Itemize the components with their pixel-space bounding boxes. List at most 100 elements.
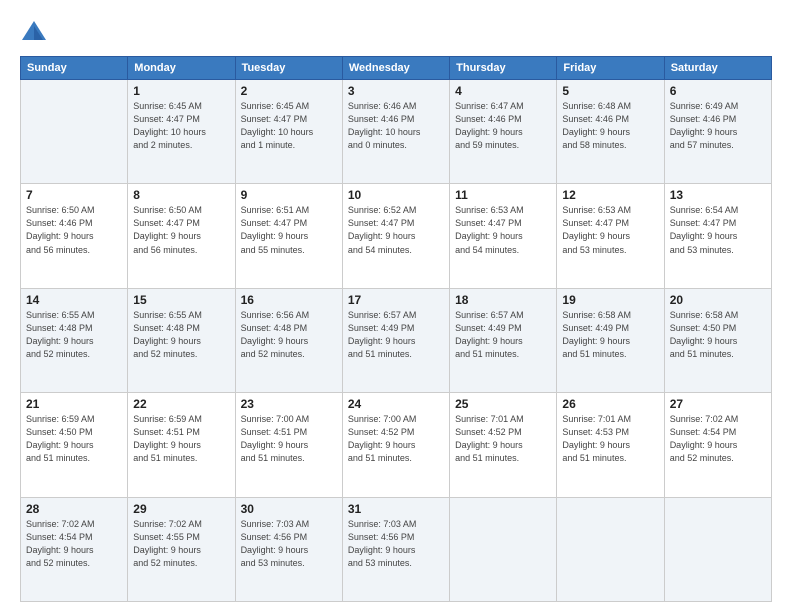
day-info: Sunrise: 7:02 AM Sunset: 4:55 PM Dayligh… bbox=[133, 518, 229, 570]
calendar-cell: 30Sunrise: 7:03 AM Sunset: 4:56 PM Dayli… bbox=[235, 497, 342, 601]
day-number: 10 bbox=[348, 188, 444, 202]
day-info: Sunrise: 6:58 AM Sunset: 4:50 PM Dayligh… bbox=[670, 309, 766, 361]
calendar-cell: 29 Sunrise: 7:02 AM Sunset: 4:55 PM Dayli… bbox=[128, 497, 235, 601]
day-info: Sunrise: 6:56 AM Sunset: 4:48 PM Dayligh… bbox=[241, 309, 337, 361]
day-info: Sunrise: 6:45 AM Sunset: 4:47 PM Dayligh… bbox=[241, 100, 337, 152]
day-number: 28 bbox=[26, 502, 122, 516]
page: SundayMondayTuesdayWednesdayThursdayFrid… bbox=[0, 0, 792, 612]
day-number: 5 bbox=[562, 84, 658, 98]
day-info: Sunrise: 7:03 AM Sunset: 4:56 PM Dayligh… bbox=[348, 518, 444, 570]
day-info: Sunrise: 6:59 AM Sunset: 4:51 PM Dayligh… bbox=[133, 413, 229, 465]
day-info: Sunrise: 6:46 AM Sunset: 4:46 PM Dayligh… bbox=[348, 100, 444, 152]
day-number: 25 bbox=[455, 397, 551, 411]
day-info: Sunrise: 6:53 AM Sunset: 4:47 PM Dayligh… bbox=[562, 204, 658, 256]
day-info: Sunrise: 7:02 AM Sunset: 4:54 PM Dayligh… bbox=[670, 413, 766, 465]
day-info: Sunrise: 6:50 AM Sunset: 4:47 PM Dayligh… bbox=[133, 204, 229, 256]
calendar-cell bbox=[450, 497, 557, 601]
calendar-cell: 26 Sunrise: 7:01 AM Sunset: 4:53 PM Dayli… bbox=[557, 393, 664, 497]
calendar-cell: 17 Sunrise: 6:57 AM Sunset: 4:49 PM Dayli… bbox=[342, 288, 449, 392]
day-number: 8 bbox=[133, 188, 229, 202]
day-info: Sunrise: 6:51 AM Sunset: 4:47 PM Dayligh… bbox=[241, 204, 337, 256]
calendar-cell: 27 Sunrise: 7:02 AM Sunset: 4:54 PM Dayli… bbox=[664, 393, 771, 497]
calendar-week-row: 14 Sunrise: 6:55 AM Sunset: 4:48 PM Dayli… bbox=[21, 288, 772, 392]
weekday-header-row: SundayMondayTuesdayWednesdayThursdayFrid… bbox=[21, 57, 772, 80]
calendar-cell: 13 Sunrise: 6:54 AM Sunset: 4:47 PM Dayli… bbox=[664, 184, 771, 288]
day-number: 24 bbox=[348, 397, 444, 411]
calendar-cell: 19Sunrise: 6:58 AM Sunset: 4:49 PM Dayli… bbox=[557, 288, 664, 392]
calendar-week-row: 28Sunrise: 7:02 AM Sunset: 4:54 PM Dayli… bbox=[21, 497, 772, 601]
day-number: 4 bbox=[455, 84, 551, 98]
day-number: 30 bbox=[241, 502, 337, 516]
calendar-cell: 21Sunrise: 6:59 AM Sunset: 4:50 PM Dayli… bbox=[21, 393, 128, 497]
day-number: 15 bbox=[133, 293, 229, 307]
calendar-cell: 14 Sunrise: 6:55 AM Sunset: 4:48 PM Dayli… bbox=[21, 288, 128, 392]
weekday-header: Saturday bbox=[664, 57, 771, 80]
calendar-cell: 22 Sunrise: 6:59 AM Sunset: 4:51 PM Dayli… bbox=[128, 393, 235, 497]
day-info: Sunrise: 6:55 AM Sunset: 4:48 PM Dayligh… bbox=[26, 309, 122, 361]
weekday-header: Tuesday bbox=[235, 57, 342, 80]
day-number: 12 bbox=[562, 188, 658, 202]
day-number: 9 bbox=[241, 188, 337, 202]
day-number: 11 bbox=[455, 188, 551, 202]
day-info: Sunrise: 6:53 AM Sunset: 4:47 PM Dayligh… bbox=[455, 204, 551, 256]
calendar-cell: 20 Sunrise: 6:58 AM Sunset: 4:50 PM Dayli… bbox=[664, 288, 771, 392]
day-number: 18 bbox=[455, 293, 551, 307]
day-info: Sunrise: 6:59 AM Sunset: 4:50 PM Dayligh… bbox=[26, 413, 122, 465]
calendar-cell: 5 Sunrise: 6:48 AM Sunset: 4:46 PM Daylig… bbox=[557, 80, 664, 184]
day-number: 29 bbox=[133, 502, 229, 516]
day-number: 14 bbox=[26, 293, 122, 307]
calendar-cell: 31 Sunrise: 7:03 AM Sunset: 4:56 PM Dayli… bbox=[342, 497, 449, 601]
day-number: 23 bbox=[241, 397, 337, 411]
calendar-cell: 3Sunrise: 6:46 AM Sunset: 4:46 PM Daylig… bbox=[342, 80, 449, 184]
calendar-cell: 28Sunrise: 7:02 AM Sunset: 4:54 PM Dayli… bbox=[21, 497, 128, 601]
calendar-cell: 15 Sunrise: 6:55 AM Sunset: 4:48 PM Dayli… bbox=[128, 288, 235, 392]
day-info: Sunrise: 6:50 AM Sunset: 4:46 PM Dayligh… bbox=[26, 204, 122, 256]
day-info: Sunrise: 6:54 AM Sunset: 4:47 PM Dayligh… bbox=[670, 204, 766, 256]
calendar-cell bbox=[21, 80, 128, 184]
day-number: 31 bbox=[348, 502, 444, 516]
weekday-header: Sunday bbox=[21, 57, 128, 80]
day-info: Sunrise: 6:57 AM Sunset: 4:49 PM Dayligh… bbox=[348, 309, 444, 361]
calendar-cell: 23 Sunrise: 7:00 AM Sunset: 4:51 PM Dayli… bbox=[235, 393, 342, 497]
weekday-header: Wednesday bbox=[342, 57, 449, 80]
calendar-cell: 25 Sunrise: 7:01 AM Sunset: 4:52 PM Dayli… bbox=[450, 393, 557, 497]
day-info: Sunrise: 6:57 AM Sunset: 4:49 PM Dayligh… bbox=[455, 309, 551, 361]
day-number: 6 bbox=[670, 84, 766, 98]
weekday-header: Monday bbox=[128, 57, 235, 80]
day-number: 22 bbox=[133, 397, 229, 411]
day-number: 17 bbox=[348, 293, 444, 307]
logo-icon bbox=[20, 18, 48, 46]
calendar-cell bbox=[664, 497, 771, 601]
day-info: Sunrise: 6:47 AM Sunset: 4:46 PM Dayligh… bbox=[455, 100, 551, 152]
calendar-cell bbox=[557, 497, 664, 601]
day-number: 26 bbox=[562, 397, 658, 411]
calendar-cell: 1Sunrise: 6:45 AM Sunset: 4:47 PM Daylig… bbox=[128, 80, 235, 184]
calendar-cell: 2 Sunrise: 6:45 AM Sunset: 4:47 PM Daylig… bbox=[235, 80, 342, 184]
day-number: 16 bbox=[241, 293, 337, 307]
day-number: 27 bbox=[670, 397, 766, 411]
day-number: 13 bbox=[670, 188, 766, 202]
day-info: Sunrise: 6:48 AM Sunset: 4:46 PM Dayligh… bbox=[562, 100, 658, 152]
day-info: Sunrise: 6:52 AM Sunset: 4:47 PM Dayligh… bbox=[348, 204, 444, 256]
calendar-cell: 6 Sunrise: 6:49 AM Sunset: 4:46 PM Daylig… bbox=[664, 80, 771, 184]
day-info: Sunrise: 7:00 AM Sunset: 4:51 PM Dayligh… bbox=[241, 413, 337, 465]
calendar-cell: 11 Sunrise: 6:53 AM Sunset: 4:47 PM Dayli… bbox=[450, 184, 557, 288]
calendar-cell: 4 Sunrise: 6:47 AM Sunset: 4:46 PM Daylig… bbox=[450, 80, 557, 184]
day-number: 2 bbox=[241, 84, 337, 98]
calendar-cell: 12 Sunrise: 6:53 AM Sunset: 4:47 PM Dayli… bbox=[557, 184, 664, 288]
calendar-week-row: 7Sunrise: 6:50 AM Sunset: 4:46 PM Daylig… bbox=[21, 184, 772, 288]
calendar-cell: 18 Sunrise: 6:57 AM Sunset: 4:49 PM Dayli… bbox=[450, 288, 557, 392]
calendar-cell: 24 Sunrise: 7:00 AM Sunset: 4:52 PM Dayli… bbox=[342, 393, 449, 497]
calendar-cell: 7Sunrise: 6:50 AM Sunset: 4:46 PM Daylig… bbox=[21, 184, 128, 288]
day-info: Sunrise: 7:01 AM Sunset: 4:52 PM Dayligh… bbox=[455, 413, 551, 465]
day-number: 20 bbox=[670, 293, 766, 307]
day-info: Sunrise: 7:01 AM Sunset: 4:53 PM Dayligh… bbox=[562, 413, 658, 465]
day-info: Sunrise: 6:49 AM Sunset: 4:46 PM Dayligh… bbox=[670, 100, 766, 152]
calendar-week-row: 21Sunrise: 6:59 AM Sunset: 4:50 PM Dayli… bbox=[21, 393, 772, 497]
day-info: Sunrise: 7:00 AM Sunset: 4:52 PM Dayligh… bbox=[348, 413, 444, 465]
day-number: 1 bbox=[133, 84, 229, 98]
logo bbox=[20, 18, 52, 46]
day-info: Sunrise: 6:55 AM Sunset: 4:48 PM Dayligh… bbox=[133, 309, 229, 361]
calendar-cell: 9 Sunrise: 6:51 AM Sunset: 4:47 PM Daylig… bbox=[235, 184, 342, 288]
calendar-week-row: 1 Sunrise: 6:45 AM Sunset: 4:47 PM Daylig… bbox=[21, 80, 772, 184]
